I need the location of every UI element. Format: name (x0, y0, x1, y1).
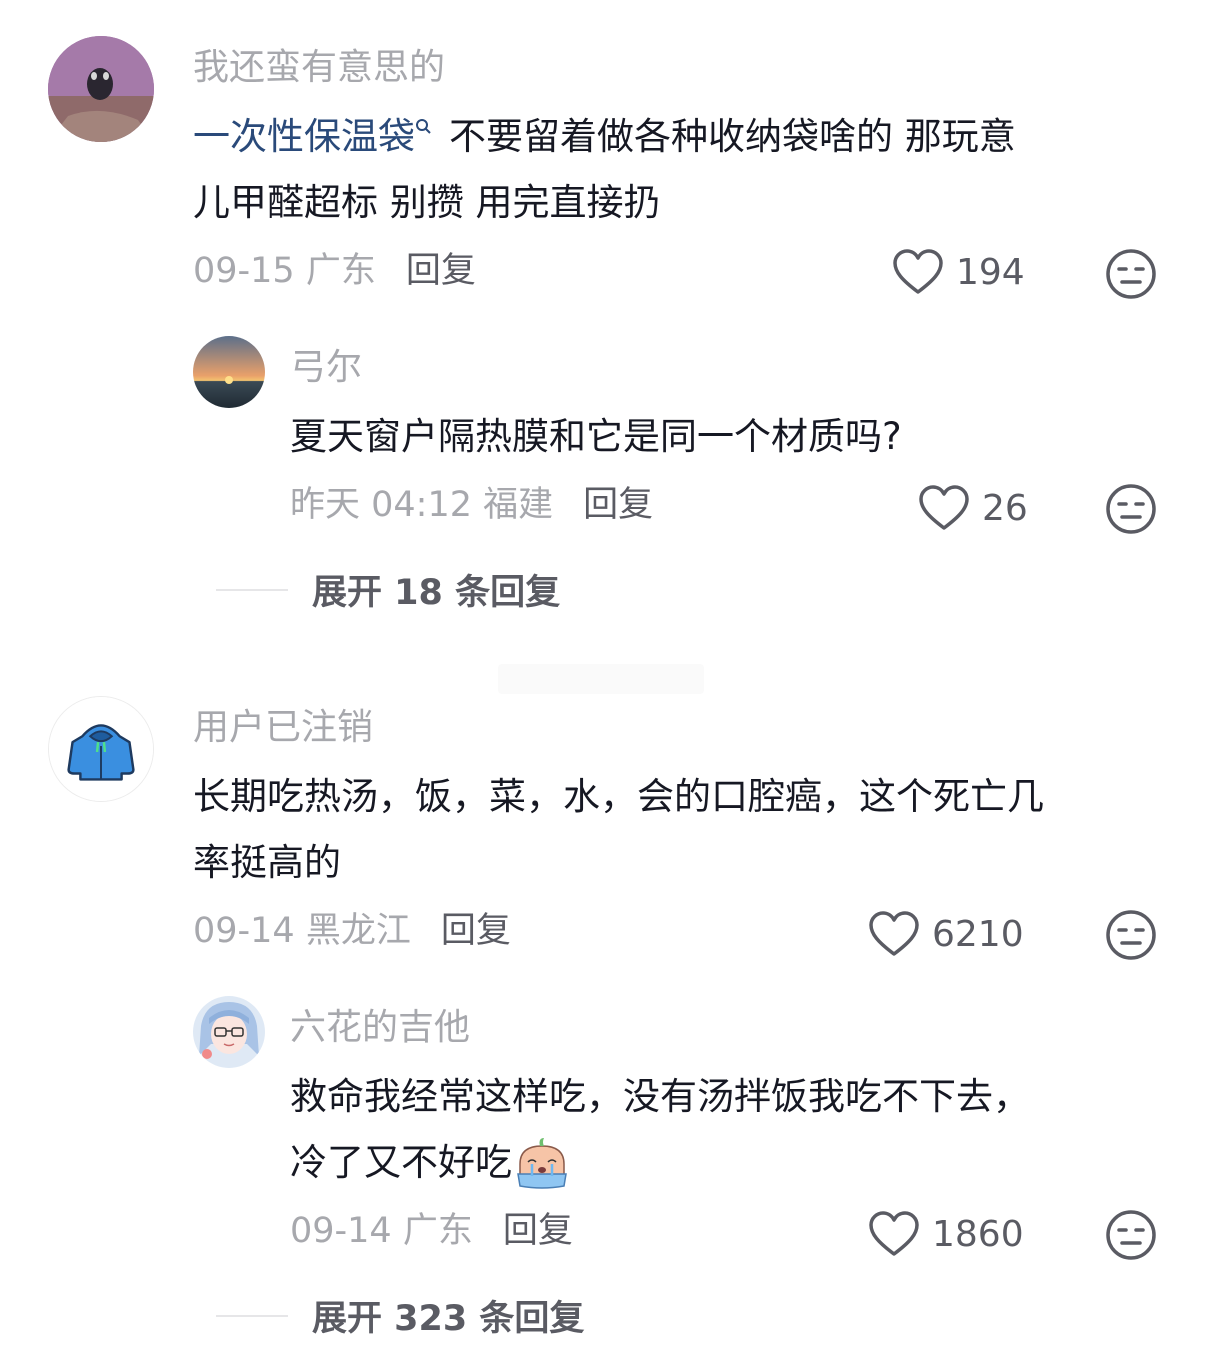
avatar[interactable] (48, 696, 154, 802)
comment-text-line: 长期吃热汤，饭，菜，水，会的口腔癌，这个死亡几 (193, 775, 1044, 818)
comment-meta: 09-14 黑龙江 回复 (193, 909, 511, 953)
comment-meta: 09-14 广东 回复 (290, 1209, 573, 1253)
like-count: 6210 (932, 913, 1024, 955)
avatar[interactable] (48, 36, 154, 142)
heart-outline-icon (869, 1211, 919, 1256)
username[interactable]: 我还蛮有意思的 (193, 46, 445, 90)
like-count: 26 (982, 487, 1028, 529)
comment-text-line: 儿甲醛超标 别攒 用完直接扔 (193, 181, 661, 224)
expand-replies-button[interactable]: 展开 18 条回复 (216, 564, 560, 615)
meh-face-icon (1106, 249, 1156, 299)
expand-replies-button[interactable]: 展开 323 条回复 (216, 1290, 584, 1341)
dislike-button[interactable] (1105, 248, 1157, 300)
like-button[interactable]: 194 (892, 246, 1025, 298)
username[interactable]: 用户已注销 (193, 706, 373, 750)
meh-face-icon (1106, 1210, 1156, 1260)
avatar[interactable] (193, 336, 265, 408)
like-button[interactable]: 26 (918, 482, 1028, 534)
reply-button[interactable]: 回复 (406, 251, 476, 291)
username[interactable]: 六花的吉他 (290, 1006, 470, 1050)
reply-button[interactable]: 回复 (441, 911, 511, 951)
comment-text: 一次性保温袋 不要留着做各种收纳袋啥的 那玩意 儿甲醛超标 别攒 用完直接扔 (193, 104, 1173, 236)
like-button[interactable]: 6210 (868, 908, 1024, 960)
like-count: 194 (956, 251, 1025, 293)
dislike-button[interactable] (1105, 909, 1157, 961)
expand-replies-label: 展开 18 条回复 (312, 573, 561, 613)
timestamp: 09-14 广东 (290, 1211, 473, 1251)
username[interactable]: 弓尔 (290, 346, 362, 390)
expand-replies-label: 展开 323 条回复 (312, 1299, 585, 1339)
comment-text: 夏天窗户隔热膜和它是同一个材质吗? (290, 415, 902, 458)
timestamp: 09-14 黑龙江 (193, 911, 411, 951)
dislike-button[interactable] (1105, 1209, 1157, 1261)
reply-button[interactable]: 回复 (583, 485, 653, 525)
avatar[interactable] (193, 996, 265, 1068)
heart-outline-icon (893, 249, 943, 294)
search-icon[interactable] (415, 116, 431, 144)
section-divider (498, 664, 704, 694)
comment-meta: 09-15 广东 回复 (193, 249, 476, 293)
crying-emoji-icon (517, 1137, 567, 1189)
reply-button[interactable]: 回复 (503, 1211, 573, 1251)
heart-outline-icon (869, 911, 919, 956)
comment-text-line: 率挺高的 (193, 841, 341, 884)
like-count: 1860 (932, 1213, 1024, 1255)
divider-line (216, 588, 288, 591)
meh-face-icon (1106, 910, 1156, 960)
meh-face-icon (1106, 484, 1156, 534)
divider-line (216, 1314, 288, 1317)
timestamp: 昨天 04:12 福建 (290, 485, 554, 525)
comment-text-line: 冷了又不好吃 (290, 1141, 512, 1184)
comment-text: 救命我经常这样吃，没有汤拌饭我吃不下去， 冷了又不好吃 (290, 1064, 1170, 1196)
like-button[interactable]: 1860 (868, 1208, 1024, 1260)
timestamp: 09-15 广东 (193, 251, 376, 291)
comment-text: 长期吃热汤，饭，菜，水，会的口腔癌，这个死亡几 率挺高的 (193, 764, 1173, 896)
comment-text-line: 救命我经常这样吃，没有汤拌饭我吃不下去， (290, 1075, 1030, 1118)
comment-text-line: 不要留着做各种收纳袋啥的 那玩意 (449, 115, 1016, 158)
comment-meta: 昨天 04:12 福建 回复 (290, 483, 653, 527)
heart-outline-icon (919, 485, 969, 530)
keyword-link[interactable]: 一次性保温袋 (193, 115, 415, 158)
dislike-button[interactable] (1105, 483, 1157, 535)
